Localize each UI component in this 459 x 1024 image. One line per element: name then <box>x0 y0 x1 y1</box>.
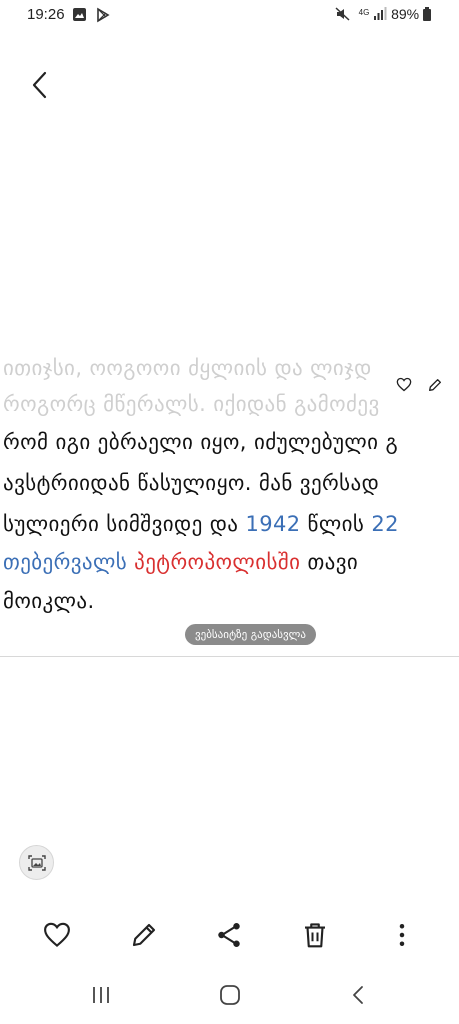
signal-icon <box>374 7 387 20</box>
home-icon <box>220 985 240 1005</box>
network-type: 4G <box>358 8 370 17</box>
article-text: თავი <box>300 550 359 574</box>
status-bar: 19:26 4G 89% <box>0 0 459 32</box>
article-link-text: თებერვალს <box>3 550 128 574</box>
article-text: სულიერი სიმშვიდე და <box>3 512 246 536</box>
article-text-snippet: ითიჯსი, ოოგოოი ძყლიის და ლიჯდ როგორც მწერ… <box>0 350 459 656</box>
favorite-button[interactable] <box>42 920 72 950</box>
image-frame-icon <box>28 855 46 871</box>
back-arrow-icon <box>353 986 363 1004</box>
pencil-icon <box>429 379 441 391</box>
home-button[interactable] <box>217 982 243 1008</box>
edit-button[interactable] <box>129 920 159 950</box>
article-line: თებერვალს პეტროპოლისში თავი <box>3 550 358 574</box>
article-line: სულიერი სიმშვიდე და 1942 წლის 22 <box>3 512 399 536</box>
share-button[interactable] <box>214 920 244 950</box>
article-text: როგორც მწერალს. იქიდან გამოძევ <box>3 392 380 416</box>
edit-small-button[interactable] <box>427 377 443 397</box>
article-line: ითიჯსი, ოოგოოი ძყლიის და ლიჯდ <box>3 356 372 380</box>
pencil-icon <box>132 923 156 947</box>
article-text: რომ იგი ებრაელი იყო, იძულებული გ <box>3 430 399 454</box>
favorite-small-button[interactable] <box>396 377 412 396</box>
article-link-text: 1942 <box>245 512 301 536</box>
heart-icon <box>396 377 412 392</box>
nav-back-button[interactable] <box>346 982 372 1008</box>
open-website-button[interactable]: ვებსაიტზე გადასვლა <box>185 624 316 645</box>
article-text: ავსტრიიდან წასულიყო. მან ვერსად <box>3 471 380 495</box>
more-vertical-icon <box>399 924 405 946</box>
share-icon <box>218 923 240 947</box>
mute-icon <box>335 7 350 21</box>
article-text: მოიკლა. <box>3 589 95 613</box>
more-options-button[interactable] <box>387 920 417 950</box>
article-line: მოიკლა. <box>3 589 95 613</box>
trash-icon <box>305 923 325 948</box>
recent-apps-button[interactable] <box>88 982 114 1008</box>
recent-apps-icon <box>93 987 109 1003</box>
battery-icon <box>423 7 431 21</box>
image-view-button[interactable] <box>19 845 54 880</box>
delete-button[interactable] <box>300 920 330 950</box>
article-line: რომ იგი ებრაელი იყო, იძულებული გ <box>3 430 398 454</box>
status-notification-icons <box>72 7 116 27</box>
article-link-text: პეტროპოლისში <box>134 550 301 574</box>
divider <box>0 656 459 657</box>
article-line: ავსტრიიდან წასულიყო. მან ვერსად <box>3 471 379 495</box>
article-line: როგორც მწერალს. იქიდან გამოძევ <box>3 392 380 416</box>
article-text: წლის <box>300 512 372 536</box>
heart-icon <box>44 922 70 948</box>
back-button[interactable] <box>26 68 56 102</box>
gallery-notification-icon <box>73 7 110 23</box>
article-text: ითიჯსი, ოოგოოი ძყლიის და ლიჯდ <box>3 356 372 380</box>
battery-percent: 89% <box>391 6 420 22</box>
status-time: 19:26 <box>27 6 65 23</box>
article-link-text: 22 <box>371 512 399 536</box>
chevron-left-icon <box>32 71 47 99</box>
status-right-icons: 4G 89% <box>335 6 431 22</box>
